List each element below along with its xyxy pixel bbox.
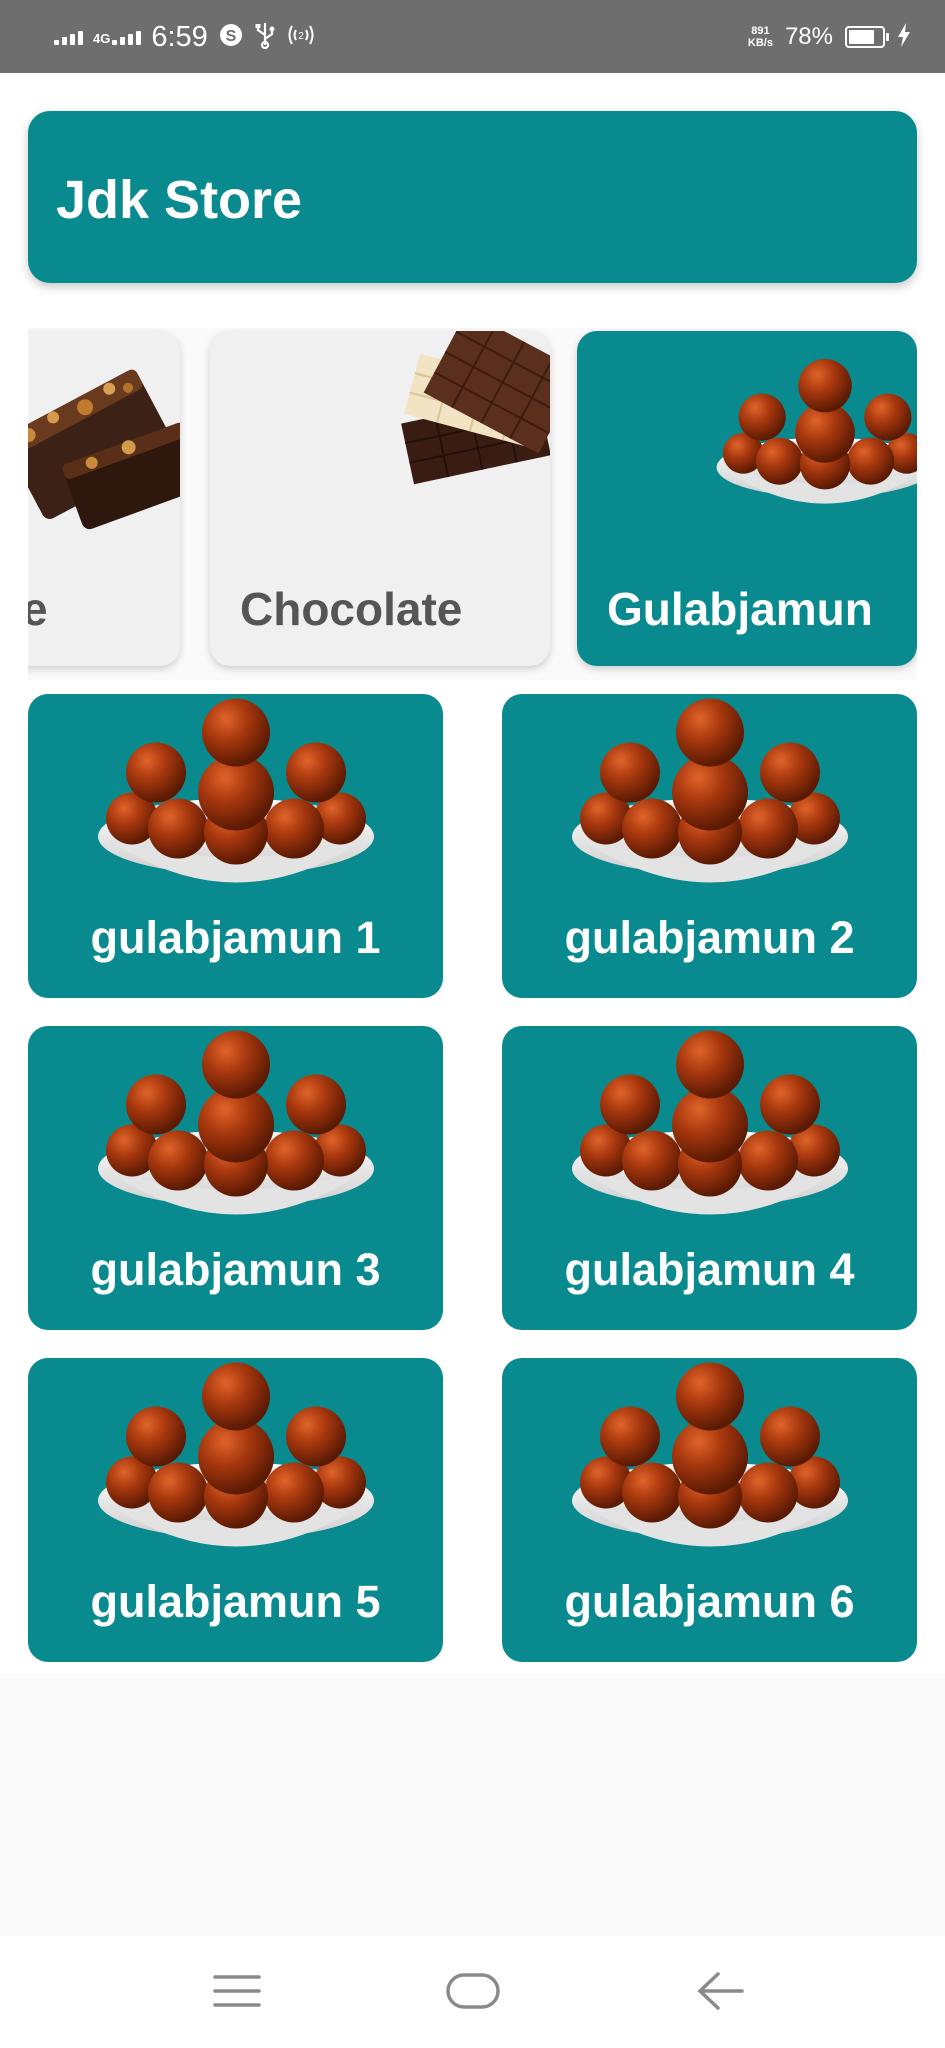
gulabjamun-image — [96, 1026, 376, 1231]
gulabjamun-image — [96, 694, 376, 899]
product-card[interactable]: gulabjamun 6 — [502, 1358, 917, 1662]
speed-unit: KB/s — [747, 37, 773, 49]
gulabjamun-image — [96, 1358, 376, 1563]
product-label: gulabjamun 2 — [564, 912, 855, 963]
product-card[interactable]: gulabjamun 1 — [28, 694, 443, 998]
hotspot-icon: 2 — [286, 22, 316, 53]
app-title: Jdk Store — [56, 170, 303, 230]
signal-icon — [54, 29, 83, 45]
skype-icon: S — [218, 22, 244, 53]
product-label: gulabjamun 5 — [90, 1576, 381, 1627]
brownie-image — [28, 331, 180, 531]
network-speed: 891 KB/s — [748, 25, 773, 49]
gulabjamun-image — [570, 1026, 850, 1231]
signal-icon-secondary — [112, 29, 142, 45]
product-label: gulabjamun 4 — [564, 1244, 855, 1295]
product-card[interactable]: gulabjamun 2 — [502, 694, 917, 998]
usb-icon — [254, 21, 276, 54]
battery-percent: 78% — [784, 23, 833, 50]
menu-icon[interactable] — [192, 1956, 282, 2026]
product-label: gulabjamun 3 — [90, 1244, 381, 1295]
svg-text:2: 2 — [298, 31, 304, 42]
category-card-chocolate[interactable]: Chocolate — [210, 331, 550, 666]
phone-screen: 4G 6:59 S 2 891 KB/s 78% Jdk Store e Cho… — [0, 0, 945, 2048]
gulabjamun-image — [715, 331, 917, 541]
category-card-partial[interactable]: e — [28, 331, 180, 666]
product-card[interactable]: gulabjamun 4 — [502, 1026, 917, 1330]
charging-icon — [897, 22, 911, 53]
category-label: e — [28, 583, 48, 635]
clock: 6:59 — [151, 20, 208, 53]
back-icon[interactable] — [676, 1956, 766, 2026]
category-label: Chocolate — [240, 583, 463, 635]
empty-area — [0, 1674, 945, 1936]
svg-text:S: S — [225, 28, 236, 45]
category-card-gulabjamun[interactable]: Gulabjamun — [577, 331, 917, 666]
category-strip[interactable]: e Chocolate Gulabjamun — [28, 328, 917, 680]
gulabjamun-image — [570, 694, 850, 899]
speed-value: 891 — [751, 25, 770, 37]
home-icon[interactable] — [428, 1956, 518, 2026]
navigation-bar — [0, 1936, 945, 2048]
network-indicator: 4G — [93, 29, 142, 46]
product-card[interactable]: gulabjamun 5 — [28, 1358, 443, 1662]
battery-icon — [845, 26, 889, 48]
product-card[interactable]: gulabjamun 3 — [28, 1026, 443, 1330]
category-label: Gulabjamun — [607, 583, 873, 635]
product-label: gulabjamun 6 — [564, 1576, 855, 1627]
gulabjamun-image — [570, 1358, 850, 1563]
chocolate-image — [390, 331, 550, 491]
network-type: 4G — [93, 31, 111, 46]
status-bar: 4G 6:59 S 2 891 KB/s 78% — [0, 0, 945, 73]
app-header: Jdk Store — [28, 111, 917, 283]
product-label: gulabjamun 1 — [90, 912, 381, 963]
